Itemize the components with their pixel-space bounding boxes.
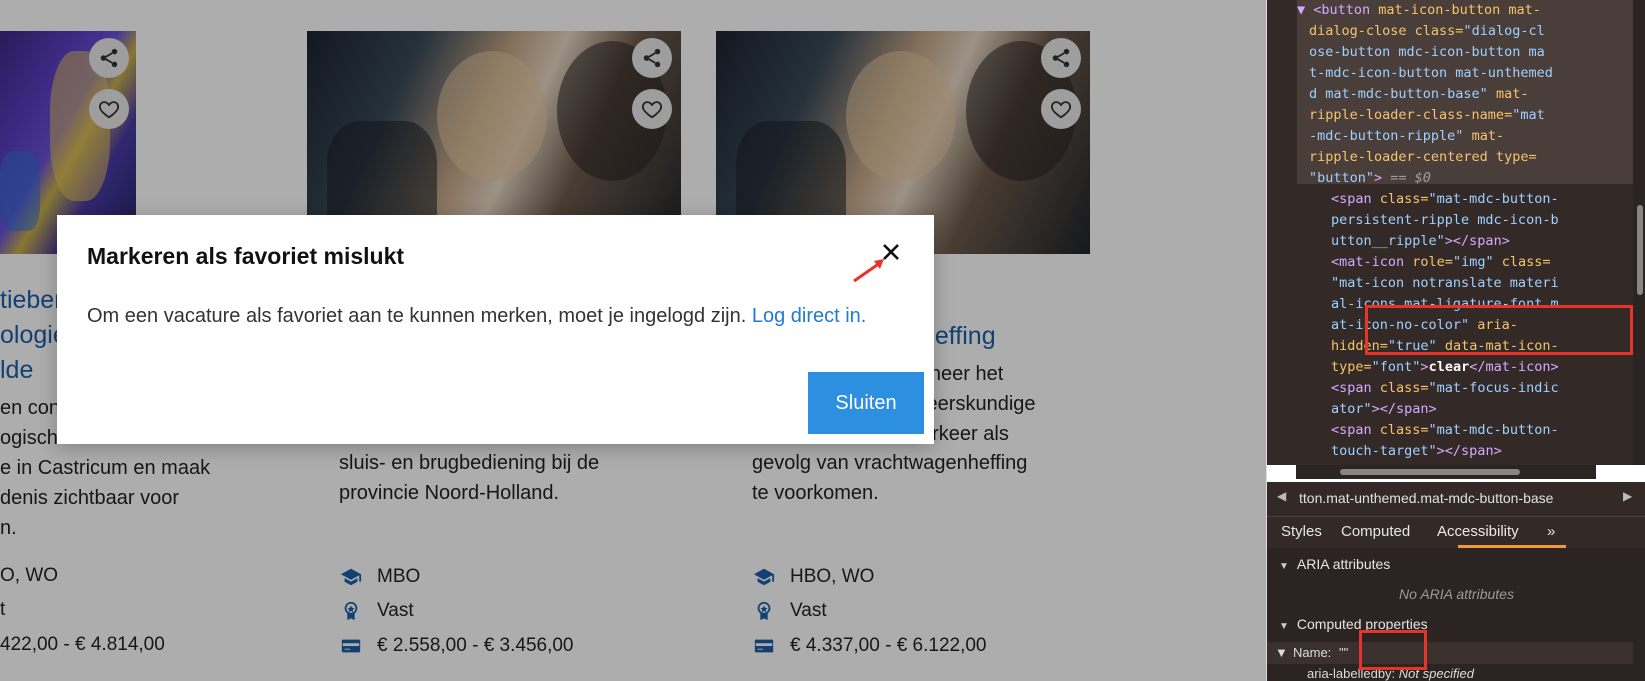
name-row[interactable]: ▼ Name: "" (1267, 642, 1633, 664)
code-line[interactable]: ator"></span> (1331, 399, 1437, 420)
annotation-arrow-icon (853, 259, 884, 283)
annotation-highlight-box (1359, 630, 1427, 670)
tab-styles[interactable]: Styles (1281, 523, 1322, 540)
dialog-message: Om een vacature als favoriet aan te kunn… (87, 305, 866, 328)
aria-attributes-header[interactable]: ▼ ARIA attributes (1279, 556, 1390, 572)
login-link[interactable]: Log direct in. (752, 305, 867, 327)
code-line[interactable]: "mat-icon notranslate materi (1331, 273, 1559, 294)
job-listing-page: tieber ologie lde en con ogische e in Ca… (0, 0, 1266, 681)
name-value: "" (1339, 645, 1349, 660)
error-dialog: Markeren als favoriet mislukt Om een vac… (57, 215, 934, 444)
code-line[interactable]: ose-button mdc-icon-button ma (1309, 42, 1545, 63)
code-line[interactable]: <span class="mat-mdc-button- (1331, 420, 1559, 441)
dialog-message-text: Om een vacature als favoriet aan te kunn… (87, 305, 747, 327)
more-tabs-icon[interactable]: » (1547, 523, 1555, 540)
breadcrumb-left-icon[interactable]: ◀ (1277, 489, 1297, 509)
breadcrumb-right-icon[interactable]: ▶ (1623, 489, 1643, 509)
code-line[interactable]: touch-target"></span> (1331, 441, 1502, 462)
code-line[interactable]: <span class="mat-mdc-button- (1331, 189, 1559, 210)
dom-breadcrumb[interactable]: ◀ tton.mat-unthemed.mat-mdc-button-base … (1267, 482, 1645, 516)
no-aria-text: No ARIA attributes (1399, 586, 1514, 602)
code-line[interactable]: d mat-mdc-button-base" mat- (1309, 84, 1528, 105)
scrollbar-thumb[interactable] (1637, 205, 1643, 295)
code-line[interactable]: "button"> == $0 (1309, 168, 1431, 189)
sidebar-tabs: Styles Computed Accessibility » (1267, 516, 1645, 548)
scrollbar-thumb[interactable] (1340, 469, 1520, 475)
elements-tree[interactable]: ▼ <button mat-icon-button mat- dialog-cl… (1297, 0, 1633, 465)
elements-gutter (1267, 0, 1297, 465)
active-tab-indicator (1458, 545, 1566, 548)
code-line[interactable]: ▼ <button mat-icon-button mat- (1297, 0, 1541, 21)
breadcrumb-text[interactable]: tton.mat-unthemed.mat-mdc-button-base (1299, 490, 1553, 506)
tab-accessibility[interactable]: Accessibility (1437, 523, 1519, 540)
annotation-highlight-box (1365, 305, 1633, 355)
name-label: Name: (1293, 645, 1332, 660)
name-expand-icon[interactable]: ▼ (1275, 645, 1288, 660)
tab-computed[interactable]: Computed (1341, 523, 1410, 540)
code-line[interactable]: type="font">clear</mat-icon> (1331, 357, 1559, 378)
code-line[interactable]: <span class="mat-focus-indic (1331, 378, 1559, 399)
dialog-title: Markeren als favoriet mislukt (87, 243, 405, 269)
code-line[interactable]: utton__ripple"></span> (1331, 231, 1510, 252)
code-line[interactable]: dialog-close class="dialog-cl (1309, 21, 1545, 42)
code-line[interactable]: -mdc-button-ripple" mat- (1309, 126, 1504, 147)
code-line[interactable]: <mat-icon role="img" class= (1331, 252, 1550, 273)
accessibility-pane: ▼ ARIA attributes No ARIA attributes ▼ Com… (1267, 548, 1645, 681)
code-line[interactable]: persistent-ripple mdc-icon-b (1331, 210, 1559, 231)
code-line[interactable]: t-mdc-icon-button mat-unthemed (1309, 63, 1553, 84)
code-line[interactable]: ripple-loader-class-name="mat (1309, 105, 1545, 126)
close-dialog-button[interactable]: Sluiten (808, 372, 924, 434)
code-line[interactable]: ripple-loader-centered type= (1309, 147, 1537, 168)
